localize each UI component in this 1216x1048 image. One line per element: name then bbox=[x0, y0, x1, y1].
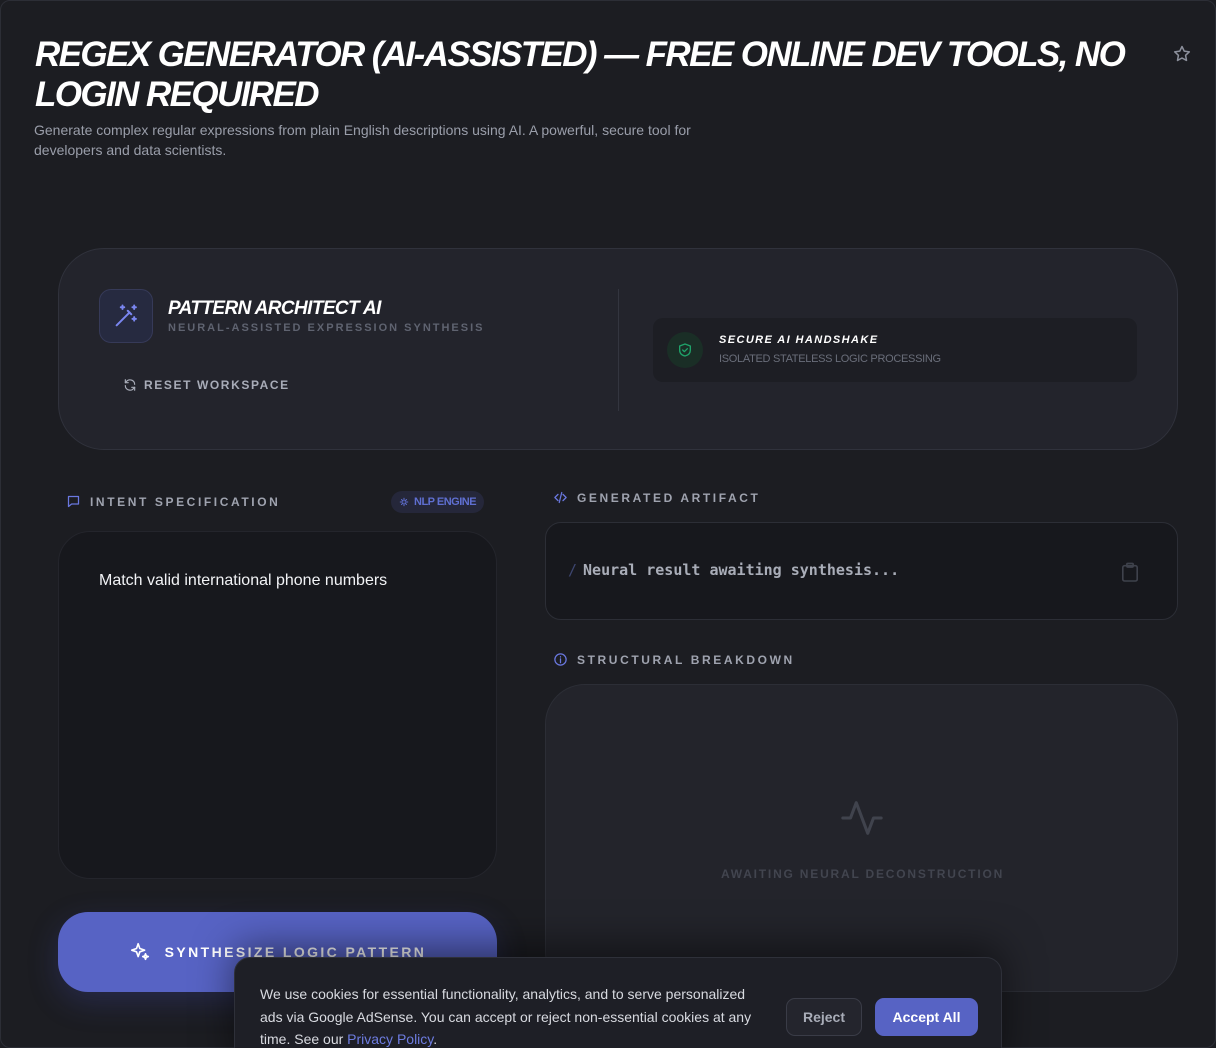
card-divider bbox=[618, 289, 619, 411]
page-subtitle: Generate complex regular expressions fro… bbox=[34, 122, 691, 158]
reject-cookies-button[interactable]: Reject bbox=[786, 998, 862, 1036]
refresh-icon bbox=[124, 379, 136, 391]
chat-bubble-icon bbox=[67, 495, 80, 508]
activity-wave-icon bbox=[841, 801, 883, 835]
magic-wand-icon bbox=[115, 304, 137, 327]
artifact-slash: / bbox=[568, 561, 578, 579]
cookie-suffix: . bbox=[433, 1031, 438, 1047]
artifact-section-label: GENERATED ARTIFACT bbox=[553, 490, 760, 505]
artifact-placeholder-text: Neural result awaiting synthesis... bbox=[583, 561, 900, 579]
cookie-banner: We use cookies for essential functionali… bbox=[234, 957, 1002, 1048]
nlp-engine-label: NLP ENGINE bbox=[414, 496, 477, 508]
sparkles-icon bbox=[130, 942, 149, 961]
shield-badge bbox=[667, 332, 703, 368]
intent-textarea[interactable]: Match valid international phone numbers bbox=[58, 531, 497, 879]
intent-value: Match valid international phone numbers bbox=[99, 572, 388, 589]
breakdown-empty-text: AWAITING NEURAL DECONSTRUCTION bbox=[720, 867, 1005, 881]
intent-section-label: INTENT SPECIFICATION bbox=[66, 494, 280, 509]
artifact-output: / Neural result awaiting synthesis... bbox=[545, 522, 1178, 620]
secure-handshake-panel: SECURE AI HANDSHAKE ISOLATED STATELESS L… bbox=[653, 318, 1137, 382]
accept-all-cookies-button[interactable]: Accept All bbox=[875, 998, 978, 1036]
secure-title: SECURE AI HANDSHAKE bbox=[719, 334, 879, 346]
intent-label: INTENT SPECIFICATION bbox=[90, 494, 281, 509]
nlp-engine-badge: NLP ENGINE bbox=[391, 491, 485, 513]
artifact-label: GENERATED ARTIFACT bbox=[577, 490, 761, 505]
page-title: REGEX GENERATOR (AI-ASSISTED) — FREE ONL… bbox=[35, 35, 1126, 114]
logo-badge bbox=[99, 289, 153, 343]
cookie-message: We use cookies for essential functionali… bbox=[260, 986, 752, 1047]
breakdown-label: STRUCTURAL BREAKDOWN bbox=[577, 652, 795, 667]
cookie-text: We use cookies for essential functionali… bbox=[260, 983, 770, 1048]
brand-subtitle: NEURAL-ASSISTED EXPRESSION SYNTHESIS bbox=[168, 322, 485, 334]
star-outline-icon bbox=[1173, 45, 1191, 62]
clipboard-icon bbox=[1121, 562, 1139, 582]
breakdown-panel: AWAITING NEURAL DECONSTRUCTION bbox=[545, 684, 1178, 992]
privacy-policy-link[interactable]: Privacy Policy bbox=[347, 1031, 433, 1047]
page-frame: REGEX GENERATOR (AI-ASSISTED) — FREE ONL… bbox=[0, 0, 1216, 1048]
reset-workspace-label: RESET WORKSPACE bbox=[144, 378, 290, 392]
sparkle-icon bbox=[399, 497, 409, 507]
secure-subtitle: ISOLATED STATELESS LOGIC PROCESSING bbox=[719, 353, 941, 365]
copy-button[interactable] bbox=[1119, 560, 1141, 584]
shield-check-icon bbox=[679, 343, 691, 357]
tool-header-card: PATTERN ARCHITECT AI NEURAL-ASSISTED EXP… bbox=[58, 248, 1178, 450]
reset-workspace-button[interactable]: RESET WORKSPACE bbox=[123, 378, 290, 392]
info-circle-icon bbox=[554, 653, 567, 666]
favorite-button[interactable] bbox=[1169, 41, 1195, 67]
artifact-placeholder: / Neural result awaiting synthesis... bbox=[568, 561, 899, 579]
breakdown-section-label: STRUCTURAL BREAKDOWN bbox=[553, 652, 795, 667]
brand-title: PATTERN ARCHITECT AI bbox=[168, 298, 381, 319]
code-icon bbox=[554, 491, 567, 504]
